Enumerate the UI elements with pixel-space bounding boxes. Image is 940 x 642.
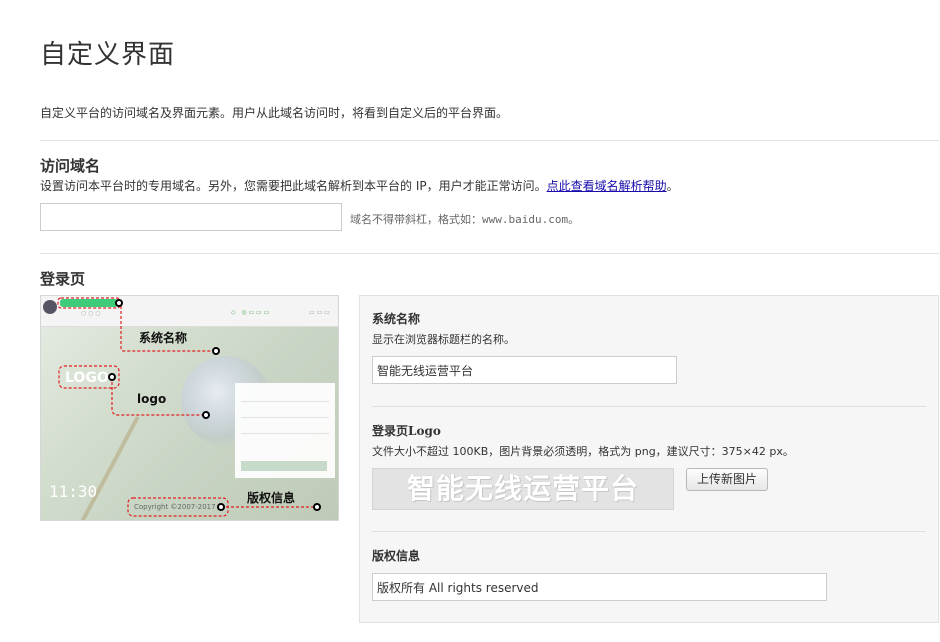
preview-callout-lines (57, 297, 321, 517)
system-name-input[interactable] (372, 356, 677, 384)
copyright-title: 版权信息 (372, 549, 421, 563)
system-name-title: 系统名称 (372, 312, 421, 326)
panel-divider (372, 406, 926, 407)
domain-help-suffix: 。 (666, 179, 679, 193)
login-logo-preview: 智能无线运营平台 (372, 468, 674, 510)
divider (40, 140, 939, 141)
login-logo-description: 文件大小不超过 100KB，图片背景必须透明，格式为 png，建议尺寸：375×… (372, 445, 794, 458)
login-logo-title: 登录页Logo (372, 424, 441, 438)
domain-input[interactable] (40, 203, 342, 231)
preview-callout-system-name: 系统名称 (139, 331, 188, 345)
panel-divider (372, 531, 926, 532)
domain-format-hint: 域名不得带斜杠，格式如：www.baidu.com。 (350, 213, 580, 226)
preview-callout-copyright: 版权信息 (247, 491, 296, 505)
upload-new-image-button[interactable]: 上传新图片 (686, 468, 769, 491)
domain-section-title: 访问域名 (40, 157, 101, 175)
login-section-title: 登录页 (40, 270, 86, 288)
domain-help-link[interactable]: 点此查看域名解析帮助 (547, 179, 667, 193)
preview-callout-logo: logo (137, 392, 167, 406)
page-title: 自定义界面 (40, 40, 176, 70)
domain-section-description: 设置访问本平台时的专用域名。另外，您需要把此域名解析到本平台的 IP，用户才能正… (40, 177, 679, 194)
divider (40, 253, 939, 254)
copyright-input[interactable] (372, 573, 827, 601)
system-name-description: 显示在浏览器标题栏的名称。 (372, 333, 515, 346)
domain-description-text: 设置访问本平台时的专用域名。另外，您需要把此域名解析到本平台的 IP，用户才能正… (40, 179, 547, 193)
login-settings-panel: 系统名称 显示在浏览器标题栏的名称。 登录页Logo 文件大小不超过 100KB… (359, 295, 939, 623)
login-page-preview: ○ ○ ○ ◇ ◎ ▭ ▭ ▭ ▭ ▭ ▭ 11:30 LOGO Copyrig… (40, 295, 339, 521)
page-description: 自定义平台的访问域名及界面元素。用户从此域名访问时，将看到自定义后的平台界面。 (40, 106, 509, 120)
